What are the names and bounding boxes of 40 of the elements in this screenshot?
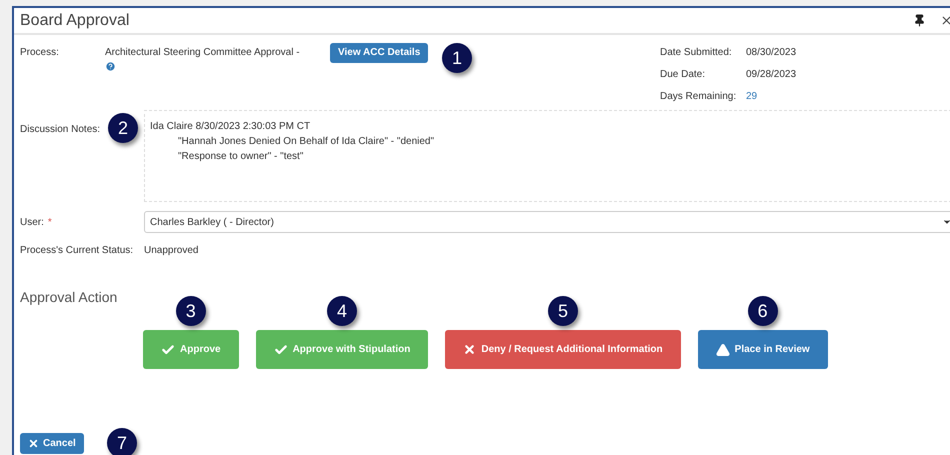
- callout-number: 1: [442, 43, 472, 73]
- note-line: "Response to owner" - "test": [178, 151, 304, 162]
- field-label: Process:: [20, 46, 60, 60]
- note-line: Ida Claire 8/30/2023 2:30:03 PM CT: [150, 121, 310, 132]
- date-value: 08/30/2023: [746, 46, 796, 60]
- check-icon: [161, 342, 175, 356]
- pin-icon[interactable]: [913, 14, 926, 27]
- action-button[interactable]: Deny / Request Additional Information: [445, 330, 681, 369]
- callout-number: 7: [107, 428, 137, 455]
- callout-number: 4: [326, 296, 357, 326]
- cancel-button[interactable]: Cancel: [20, 433, 84, 454]
- field-label: Process's Current Status:: [20, 245, 134, 256]
- process-name: Architectural Steering Committee Approval -: [105, 46, 301, 60]
- callout-number: 6: [748, 296, 778, 326]
- field-label: Days Remaining:: [660, 90, 738, 104]
- callout-number: 2: [108, 113, 138, 143]
- field-label: Due Date:: [660, 68, 706, 82]
- help-icon[interactable]: [105, 61, 116, 72]
- check-icon: [274, 342, 288, 356]
- field-label: Discussion Notes:: [20, 124, 100, 135]
- window-title: Board Approval: [20, 10, 130, 30]
- callout-number: 3: [176, 296, 206, 326]
- warning-icon: [716, 342, 730, 356]
- days-remaining-link[interactable]: 29: [746, 89, 758, 104]
- view-details-button[interactable]: View ACC Details: [330, 42, 428, 62]
- field-label: Date Submitted:: [660, 46, 733, 60]
- action-button[interactable]: Approve with Stipulation: [256, 330, 428, 369]
- action-button[interactable]: Approve: [143, 330, 239, 369]
- section-heading: Approval Action: [20, 288, 118, 307]
- action-button[interactable]: Place in Review: [698, 330, 828, 369]
- close-icon[interactable]: [940, 14, 950, 27]
- note-line: "Hannah Jones Denied On Behalf of Ida Claire" - "denied": [178, 136, 434, 147]
- user-select[interactable]: Charles Barkley ( - Director): [144, 211, 950, 233]
- callout-number: 5: [548, 296, 578, 326]
- field-label: User:: [20, 216, 44, 230]
- date-value: 09/28/2023: [746, 68, 796, 82]
- close-icon: [463, 343, 476, 356]
- close-icon: [28, 438, 39, 449]
- required-mark: *: [48, 216, 52, 230]
- status-value: Unapproved: [144, 244, 198, 258]
